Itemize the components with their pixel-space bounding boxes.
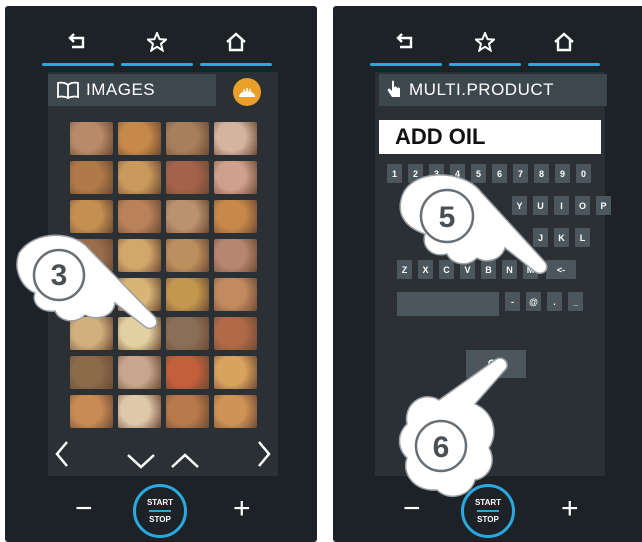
- bread-image-thumbnail[interactable]: [166, 122, 209, 155]
- bread-image-thumbnail[interactable]: [166, 356, 209, 389]
- key-sym[interactable]: .: [547, 292, 562, 311]
- callout-number-5: 5: [439, 201, 456, 234]
- start-stop-button[interactable]: START STOP: [461, 484, 515, 538]
- favorites-tab[interactable]: [121, 30, 193, 66]
- top-tabs: [370, 30, 600, 66]
- home-tab[interactable]: [200, 30, 272, 66]
- bottom-controls: − START STOP +: [333, 480, 642, 540]
- bread-image-thumbnail[interactable]: [118, 356, 161, 389]
- bread-image-thumbnail[interactable]: [166, 278, 209, 311]
- key-9[interactable]: 9: [555, 164, 570, 183]
- key-l[interactable]: L: [575, 228, 590, 247]
- bread-image-thumbnail[interactable]: [214, 122, 257, 155]
- back-tab[interactable]: [42, 30, 114, 66]
- bread-image-thumbnail[interactable]: [166, 161, 209, 194]
- start-stop-divider: [477, 510, 499, 512]
- book-icon: [56, 81, 80, 99]
- product-name-input[interactable]: ADD OIL: [379, 120, 601, 154]
- bread-image-thumbnail[interactable]: [214, 200, 257, 233]
- key-o[interactable]: O: [575, 196, 590, 215]
- home-icon: [226, 32, 246, 52]
- bread-image-thumbnail[interactable]: [166, 200, 209, 233]
- key-sym[interactable]: @: [526, 292, 541, 311]
- plus-button[interactable]: +: [561, 494, 579, 524]
- bread-image-thumbnail[interactable]: [70, 356, 113, 389]
- bread-image-thumbnail[interactable]: [214, 239, 257, 272]
- bread-image-thumbnail[interactable]: [166, 317, 209, 350]
- chevron-right-icon[interactable]: [256, 440, 272, 468]
- chevron-left-icon[interactable]: [54, 440, 70, 468]
- callout-hand-5: 5: [399, 174, 548, 274]
- key-sym[interactable]: _: [568, 292, 583, 311]
- stop-label: STOP: [149, 515, 171, 524]
- callout-number-3: 3: [51, 259, 68, 292]
- space-key[interactable]: [397, 292, 499, 316]
- images-title-bar: IMAGES: [48, 74, 216, 106]
- key-p[interactable]: P: [596, 196, 611, 215]
- hand-icon: [387, 80, 403, 100]
- key-k[interactable]: K: [554, 228, 569, 247]
- key-0[interactable]: 0: [576, 164, 591, 183]
- bread-image-thumbnail[interactable]: [214, 278, 257, 311]
- bottom-controls: − START STOP +: [5, 480, 317, 540]
- star-icon: [147, 32, 167, 52]
- bread-image-thumbnail[interactable]: [70, 161, 113, 194]
- minus-button[interactable]: −: [75, 494, 93, 524]
- bread-image-thumbnail[interactable]: [118, 395, 161, 428]
- chevron-down-icon[interactable]: [126, 452, 156, 470]
- start-stop-button[interactable]: START STOP: [133, 484, 187, 538]
- key-sym[interactable]: -: [505, 292, 520, 311]
- bread-image-thumbnail[interactable]: [70, 395, 113, 428]
- multi-product-title-bar: MULTI.PRODUCT: [379, 74, 607, 106]
- top-tabs: [42, 30, 272, 66]
- multi-product-title: MULTI.PRODUCT: [409, 80, 555, 99]
- bread-image-thumbnail[interactable]: [214, 161, 257, 194]
- bread-image-thumbnail[interactable]: [118, 161, 161, 194]
- plus-button[interactable]: +: [233, 494, 251, 524]
- bread-image-thumbnail[interactable]: [166, 395, 209, 428]
- images-panel: IMAGES 3 − START STOP +: [5, 6, 317, 542]
- back-arrow-icon: [68, 33, 85, 49]
- minus-button[interactable]: −: [403, 494, 421, 524]
- callout-hand-3: 3: [16, 234, 158, 329]
- bread-icon: [239, 88, 255, 97]
- multi-product-panel: MULTI.PRODUCT ADD OIL 1234567890YUIOPJKL…: [333, 6, 642, 542]
- callout-number-6: 6: [433, 431, 450, 464]
- start-stop-divider: [149, 510, 171, 512]
- back-arrow-icon: [396, 33, 413, 49]
- start-label: START: [474, 498, 502, 507]
- home-tab[interactable]: [528, 30, 600, 66]
- bread-image-thumbnail[interactable]: [70, 122, 113, 155]
- key-i[interactable]: I: [554, 196, 569, 215]
- favorites-tab[interactable]: [449, 30, 521, 66]
- bread-image-thumbnail[interactable]: [214, 356, 257, 389]
- start-label: START: [146, 498, 174, 507]
- category-bread-button[interactable]: [233, 78, 261, 106]
- bread-image-thumbnail[interactable]: [118, 122, 161, 155]
- chevron-up-icon[interactable]: [170, 452, 200, 470]
- bread-image-thumbnail[interactable]: [214, 395, 257, 428]
- stop-label: STOP: [477, 515, 499, 524]
- bread-image-thumbnail[interactable]: [214, 317, 257, 350]
- back-tab[interactable]: [370, 30, 442, 66]
- bread-image-thumbnail[interactable]: [166, 239, 209, 272]
- images-title: IMAGES: [86, 80, 156, 99]
- star-icon: [475, 32, 495, 52]
- home-icon: [554, 32, 574, 52]
